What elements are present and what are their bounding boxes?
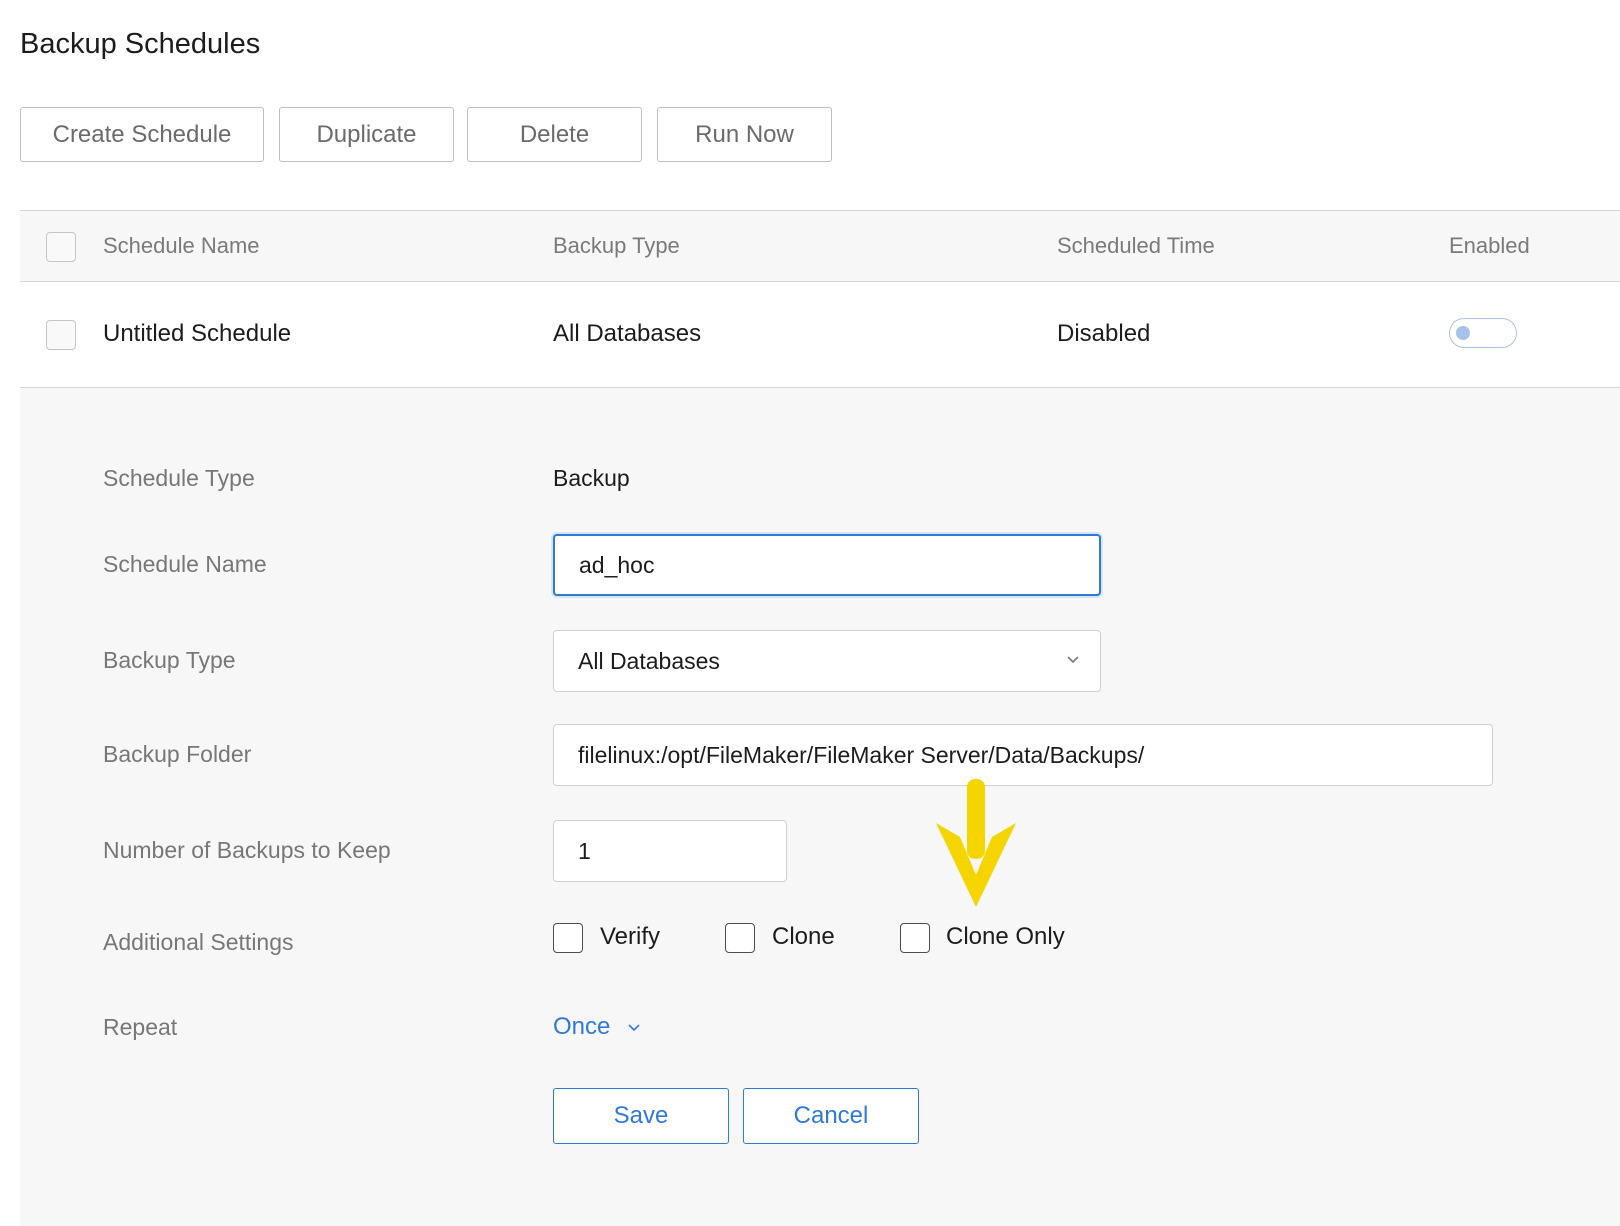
backup-type-select[interactable]: All Databases: [553, 630, 1101, 692]
backup-type-label: Backup Type: [103, 647, 236, 673]
save-button[interactable]: Save: [553, 1088, 729, 1144]
create-schedule-button[interactable]: Create Schedule: [20, 107, 264, 162]
table-row[interactable]: Untitled Schedule All Databases Disabled: [20, 282, 1620, 388]
row-schedule-name: Untitled Schedule: [103, 320, 292, 347]
clone-only-label[interactable]: Clone Only: [946, 923, 1065, 951]
clone-checkbox[interactable]: [725, 923, 755, 953]
backups-to-keep-input[interactable]: [553, 820, 787, 882]
page-title: Backup Schedules: [20, 28, 261, 60]
schedules-table-header: Schedule Name Backup Type Scheduled Time…: [20, 210, 1620, 282]
row-checkbox[interactable]: [46, 320, 76, 350]
schedule-name-input[interactable]: [553, 534, 1101, 596]
repeat-dropdown[interactable]: Once: [553, 1013, 641, 1041]
chevron-down-icon: [1067, 656, 1079, 664]
repeat-label: Repeat: [103, 1014, 178, 1040]
schedule-type-value: Backup: [553, 465, 630, 491]
chevron-down-icon: [628, 1024, 640, 1031]
additional-settings-label: Additional Settings: [103, 929, 294, 955]
verify-checkbox[interactable]: [553, 923, 583, 953]
arrow-down-icon: [936, 779, 1016, 907]
toggle-knob: [1456, 326, 1470, 340]
row-scheduled-time: Disabled: [1057, 320, 1151, 347]
schedule-name-label: Schedule Name: [103, 551, 267, 577]
column-header-enabled[interactable]: Enabled: [1449, 233, 1530, 259]
backup-folder-label: Backup Folder: [103, 741, 252, 767]
backup-schedules-page: Backup Schedules Create Schedule Duplica…: [0, 0, 1620, 1226]
delete-button[interactable]: Delete: [467, 107, 642, 162]
duplicate-button[interactable]: Duplicate: [279, 107, 454, 162]
backups-to-keep-label: Number of Backups to Keep: [103, 837, 391, 863]
select-all-checkbox[interactable]: [46, 232, 76, 262]
repeat-value: Once: [553, 1013, 611, 1040]
enabled-toggle[interactable]: [1449, 318, 1517, 348]
verify-label[interactable]: Verify: [600, 923, 660, 951]
clone-label[interactable]: Clone: [772, 923, 835, 951]
column-header-backup-type[interactable]: Backup Type: [553, 233, 680, 259]
column-header-schedule-name[interactable]: Schedule Name: [103, 233, 260, 259]
schedule-type-label: Schedule Type: [103, 465, 255, 491]
row-backup-type: All Databases: [553, 320, 702, 347]
cancel-button[interactable]: Cancel: [743, 1088, 919, 1144]
column-header-scheduled-time[interactable]: Scheduled Time: [1057, 233, 1215, 259]
schedule-detail-panel: Schedule Type Backup Schedule Name Backu…: [20, 388, 1620, 1226]
clone-only-checkbox[interactable]: [900, 923, 930, 953]
backup-type-selected-value: All Databases: [578, 647, 720, 674]
run-now-button[interactable]: Run Now: [657, 107, 832, 162]
backup-folder-input[interactable]: [553, 724, 1493, 786]
